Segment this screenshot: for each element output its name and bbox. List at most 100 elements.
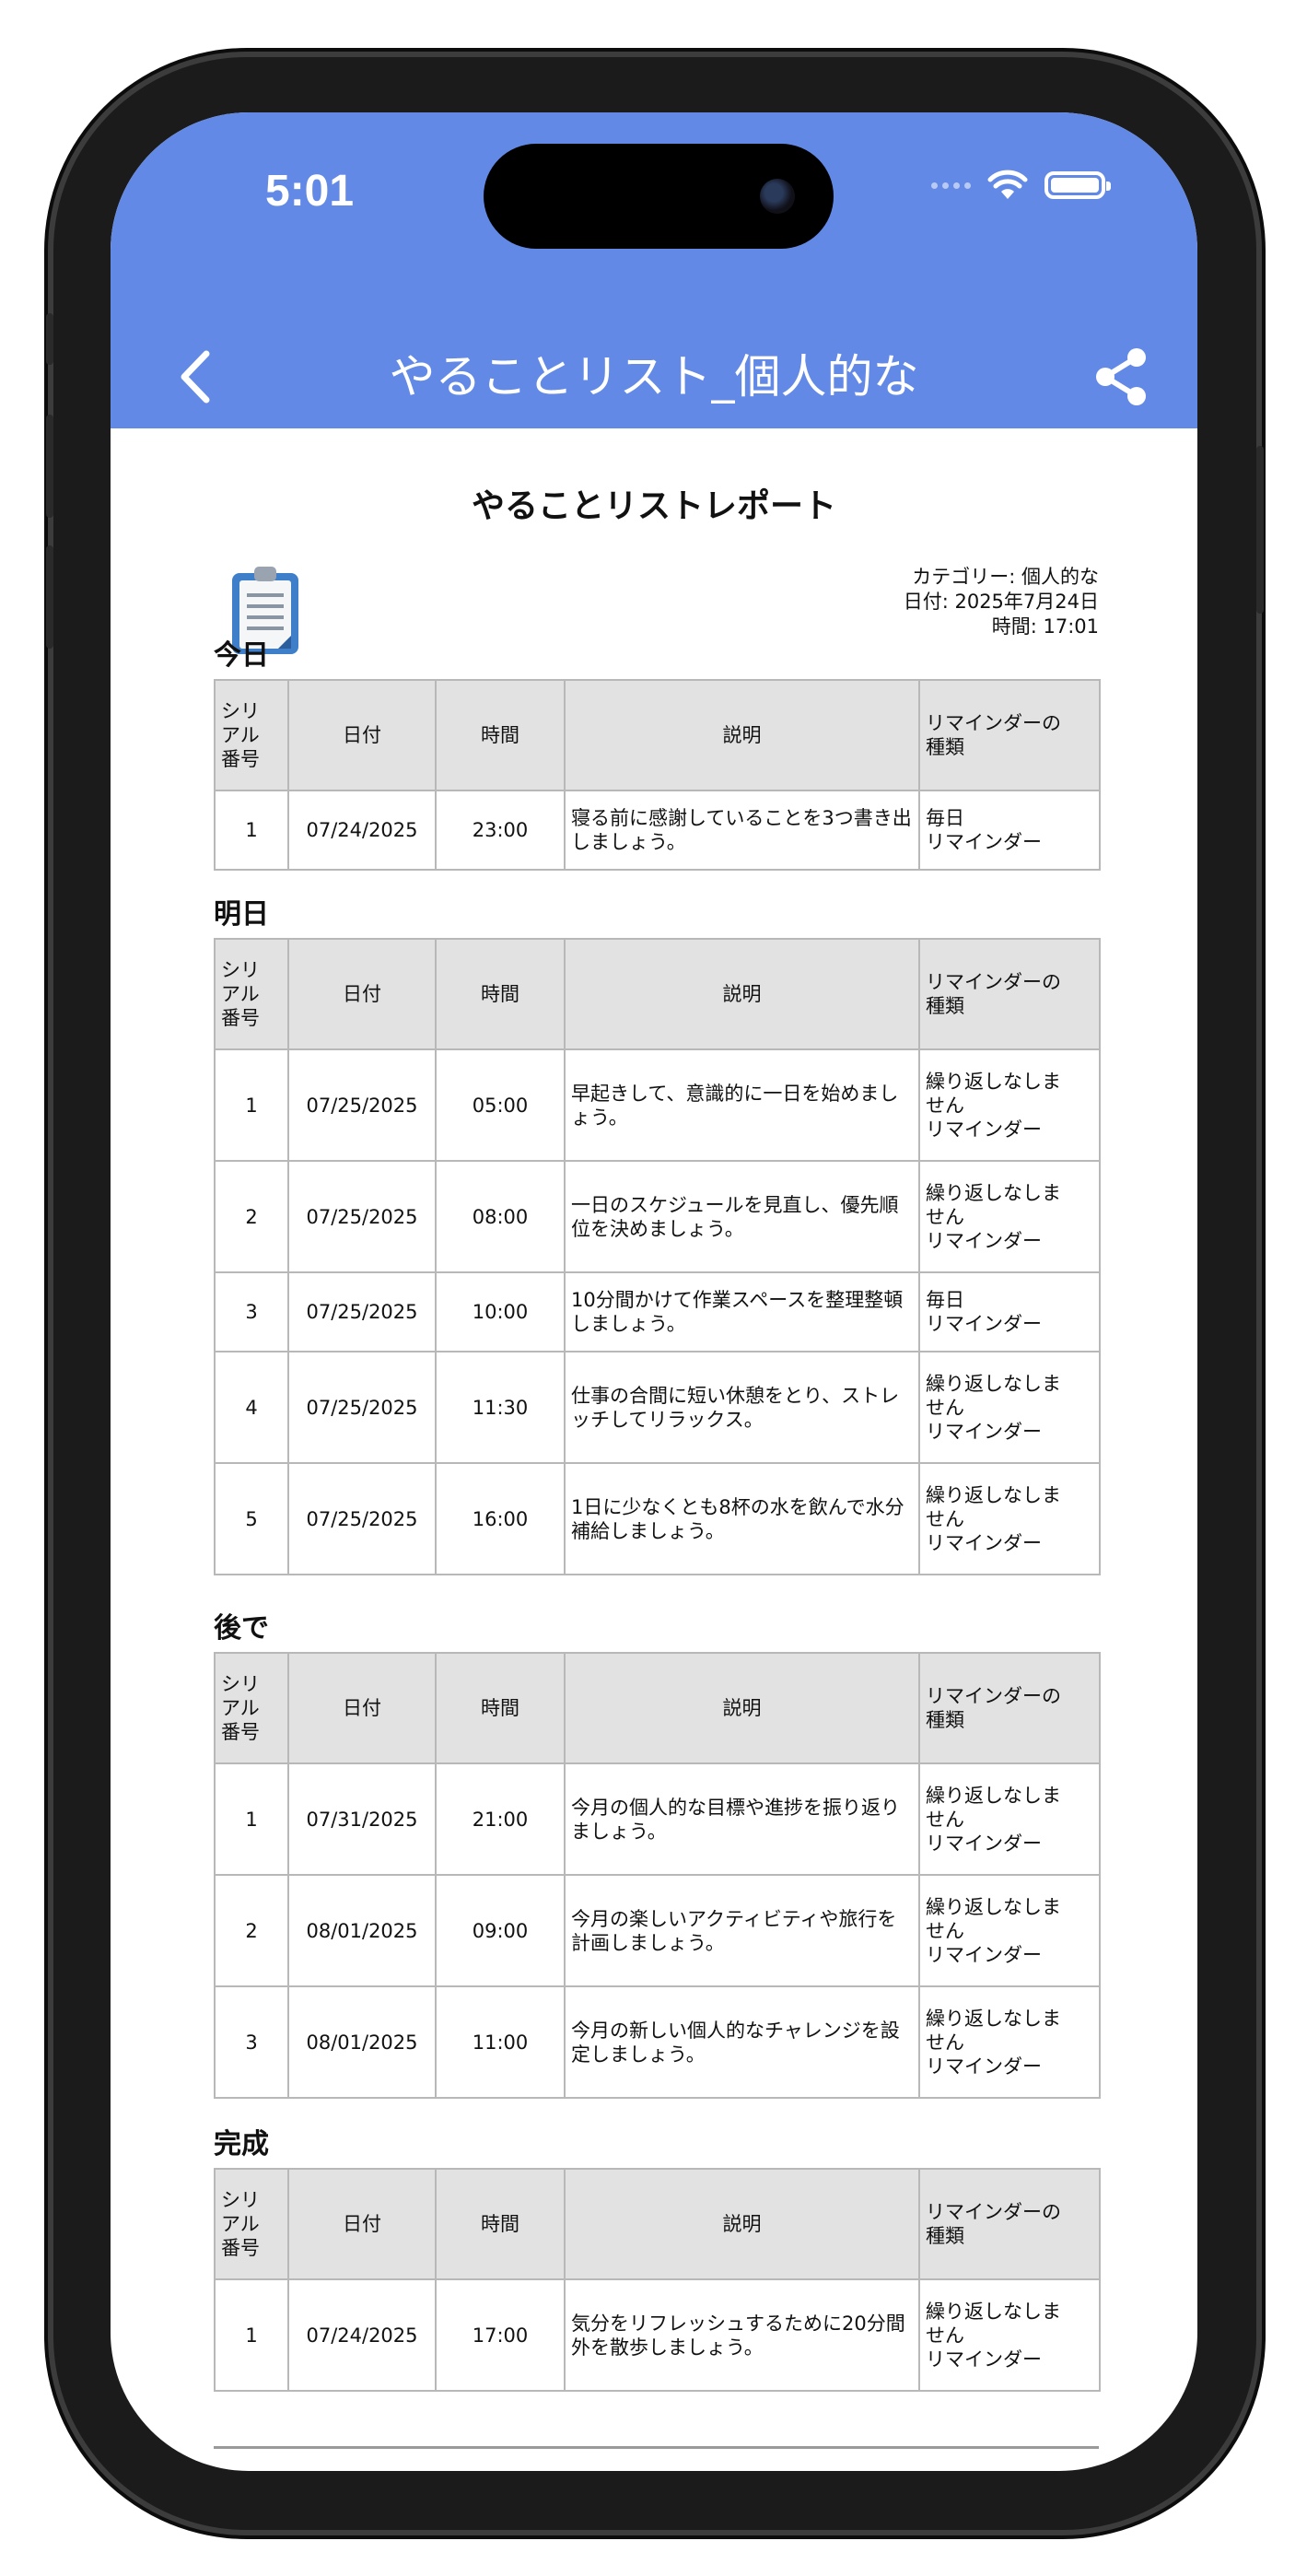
time-cell: 05:00 xyxy=(435,1048,566,1162)
content-bottom-divider xyxy=(214,2446,1099,2449)
description-cell: 今月の個人的な目標や進捗を振り返りましょう。 xyxy=(564,1762,920,1876)
power-button xyxy=(1256,446,1264,614)
status-time: 5:01 xyxy=(265,167,355,216)
report-title: やることリストレポート xyxy=(471,487,836,525)
serial-header-text: 番号 xyxy=(221,1721,260,1743)
date-cell: 07/25/2025 xyxy=(287,1271,437,1352)
task-table: シリ アル 番号 日付 時間 説明 リマインダーの 種類 1 07/31/2025 21:00 今月の… xyxy=(214,1652,1101,2099)
reminder-text: 繰り返しなしま xyxy=(926,1895,1061,1918)
date-cell: 08/01/2025 xyxy=(287,1874,437,1987)
reminder-text: リマインダー xyxy=(926,1832,1042,1855)
description-cell: 1日に少なくとも8杯の水を飲んで水分補給しましょう。 xyxy=(564,1462,920,1575)
table-row[interactable]: 1 07/24/2025 23:00 寝る前に感謝していることを3つ書き出しましょう。… xyxy=(214,790,1101,871)
table-row[interactable]: 1 07/31/2025 21:00 今月の個人的な目標や進捗を振り返りましょう。 繰り… xyxy=(214,1762,1101,1876)
reminder-text: リマインダー xyxy=(926,1118,1042,1141)
description-cell: 気分をリフレッシュするために20分間外を散歩しましょう。 xyxy=(564,2278,920,2392)
table-row[interactable]: 4 07/25/2025 11:30 仕事の合間に短い休憩をとり、ストレッチしてリラッ… xyxy=(214,1351,1101,1464)
reminder-text: せん xyxy=(926,2031,964,2054)
time-cell: 11:30 xyxy=(435,1351,566,1464)
time-cell: 10:00 xyxy=(435,1271,566,1352)
report-section: 完成シリ アル 番号 日付 時間 説明 リマインダーの 種類 1 07/24/2025 17:00 気… xyxy=(214,2122,1101,2392)
time-cell: 16:00 xyxy=(435,1462,566,1575)
reminder-type-header: リマインダーの 種類 xyxy=(918,938,1101,1050)
chevron-left-icon[interactable] xyxy=(166,345,230,409)
date-header: 日付 xyxy=(287,679,437,791)
reminder-cell: 繰り返しなしま せん リマインダー xyxy=(918,1462,1101,1575)
report-section: 後で シリ アル 番号 日付 時間 説明 リマインダーの 種類 1 07/31/2025 21:00 今… xyxy=(214,1606,1101,2099)
report-date: 日付: 2025年7月24日 xyxy=(903,591,1099,613)
date-header: 日付 xyxy=(287,1652,437,1764)
date-cell: 07/24/2025 xyxy=(287,790,437,871)
reminder-text: せん xyxy=(926,1396,964,1419)
serial-cell: 3 xyxy=(214,1985,289,2099)
description-cell: 一日のスケジュールを見直し、優先順位を決めましょう。 xyxy=(564,1160,920,1273)
description-cell: 早起きして、意識的に一日を始めましょう。 xyxy=(564,1048,920,1162)
reminder-text: 繰り返しなしま xyxy=(926,1181,1061,1204)
reminder-text: せん xyxy=(926,1094,964,1117)
reminder-text: リマインダー xyxy=(926,1313,1042,1335)
volume-down-button xyxy=(46,545,53,649)
reminder-text: せん xyxy=(926,2324,964,2347)
table-header-row: シリ アル 番号 日付 時間 説明 リマインダーの 種類 xyxy=(214,1652,1101,1764)
time-header: 時間 xyxy=(435,679,566,791)
reminder-text: 繰り返しなしま xyxy=(926,1372,1061,1395)
section-heading: 完成 xyxy=(214,2128,269,2160)
reminder-type-header: リマインダーの 種類 xyxy=(918,679,1101,791)
table-row[interactable]: 2 07/25/2025 08:00 一日のスケジュールを見直し、優先順位を決めましょ… xyxy=(214,1160,1101,1273)
reminder-text: 繰り返しなしま xyxy=(926,2007,1061,2030)
reminder-cell: 繰り返しなしま せん リマインダー xyxy=(918,2278,1101,2392)
description-header: 説明 xyxy=(564,2168,920,2280)
section-heading: 今日 xyxy=(214,639,269,672)
header-bar: 5:01 やることリスト_個人的な xyxy=(111,112,1197,428)
table-row[interactable]: 2 08/01/2025 09:00 今月の楽しいアクティビティや旅行を計画しましょう… xyxy=(214,1874,1101,1987)
time-cell: 11:00 xyxy=(435,1985,566,2099)
date-cell: 07/31/2025 xyxy=(287,1762,437,1876)
report-section: 明日 シリ アル 番号 日付 時間 説明 リマインダーの 種類 1 07/25/2025 05:00 早… xyxy=(214,892,1101,1575)
description-cell: 寝る前に感謝していることを3つ書き出しましょう。 xyxy=(564,790,920,871)
description-header: 説明 xyxy=(564,679,920,791)
reminder-text: せん xyxy=(926,1919,964,1942)
serial-header-text: シリ xyxy=(221,1673,260,1695)
reminder-cell: 繰り返しなしま せん リマインダー xyxy=(918,1985,1101,2099)
table-row[interactable]: 1 07/25/2025 05:00 早起きして、意識的に一日を始めましょう。 繰り返し… xyxy=(214,1048,1101,1162)
serial-cell: 2 xyxy=(214,1160,289,1273)
time-cell: 08:00 xyxy=(435,1160,566,1273)
reminder-cell: 繰り返しなしま せん リマインダー xyxy=(918,1874,1101,1987)
serial-header-text: アル xyxy=(221,1697,260,1719)
report-content[interactable]: やることリストレポート カテゴリー: 個人的な 日付: 2025年7月24日 時… xyxy=(111,428,1197,2471)
reminder-text: 繰り返しなしま xyxy=(926,1784,1061,1807)
table-row[interactable]: 5 07/25/2025 16:00 1日に少なくとも8杯の水を飲んで水分補給しましょ… xyxy=(214,1462,1101,1575)
time-header: 時間 xyxy=(435,1652,566,1764)
description-cell: 今月の新しい個人的なチャレンジを設定しましょう。 xyxy=(564,1985,920,2099)
table-row[interactable]: 3 07/25/2025 10:00 10分間かけて作業スペースを整理整頓しましょう。… xyxy=(214,1271,1101,1352)
report-category: カテゴリー: 個人的な xyxy=(912,566,1099,588)
table-header-row: シリ アル 番号 日付 時間 説明 リマインダーの 種類 xyxy=(214,938,1101,1050)
date-cell: 07/24/2025 xyxy=(287,2278,437,2392)
reminder-type-header-text: 種類 xyxy=(926,2225,964,2247)
table-row[interactable]: 3 08/01/2025 11:00 今月の新しい個人的なチャレンジを設定しましょう。… xyxy=(214,1985,1101,2099)
table-header-row: シリ アル 番号 日付 時間 説明 リマインダーの 種類 xyxy=(214,2168,1101,2280)
serial-cell: 2 xyxy=(214,1874,289,1987)
serial-header: シリ アル 番号 xyxy=(214,2168,289,2280)
time-header: 時間 xyxy=(435,938,566,1050)
serial-cell: 3 xyxy=(214,1271,289,1352)
reminder-text: 毎日 xyxy=(926,1289,964,1311)
date-header: 日付 xyxy=(287,938,437,1050)
date-cell: 07/25/2025 xyxy=(287,1351,437,1464)
serial-header-text: シリ xyxy=(221,700,260,722)
table-header-row: シリ アル 番号 日付 時間 説明 リマインダーの 種類 xyxy=(214,679,1101,791)
battery-icon xyxy=(1044,171,1111,199)
date-cell: 07/25/2025 xyxy=(287,1160,437,1273)
table-row[interactable]: 1 07/24/2025 17:00 気分をリフレッシュするために20分間外を散歩しま… xyxy=(214,2278,1101,2392)
dynamic-island xyxy=(484,144,834,249)
serial-cell: 1 xyxy=(214,1048,289,1162)
share-icon[interactable] xyxy=(1087,343,1156,412)
reminder-cell: 繰り返しなしま せん リマインダー xyxy=(918,1160,1101,1273)
nav-title: やることリスト_個人的な xyxy=(389,350,919,404)
date-cell: 07/25/2025 xyxy=(287,1462,437,1575)
reminder-type-header: リマインダーの 種類 xyxy=(918,2168,1101,2280)
time-cell: 09:00 xyxy=(435,1874,566,1987)
serial-header-text: 番号 xyxy=(221,2237,260,2259)
time-header: 時間 xyxy=(435,2168,566,2280)
date-cell: 08/01/2025 xyxy=(287,1985,437,2099)
